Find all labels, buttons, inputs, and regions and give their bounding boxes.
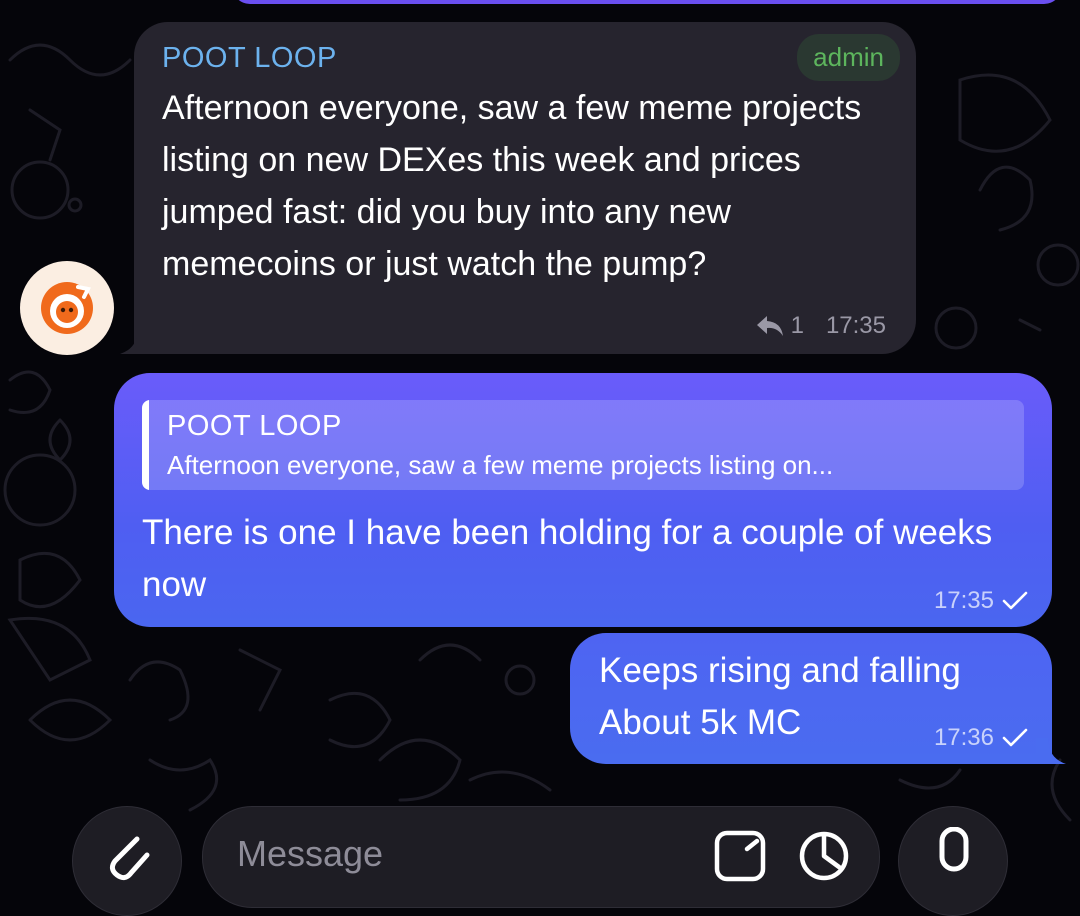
admin-badge: admin [797, 34, 900, 81]
reply-arrow-icon[interactable] [755, 314, 785, 338]
check-icon [1002, 728, 1028, 747]
message-meta: 17:36 [934, 724, 1030, 752]
reply-count[interactable]: 1 [791, 312, 804, 340]
quote-sender: POOT LOOP [167, 410, 342, 442]
message-text: Afternoon everyone, saw a few meme proje… [162, 89, 862, 283]
sticker-icon[interactable] [713, 829, 767, 883]
microphone-icon [939, 827, 969, 872]
sender-avatar[interactable] [20, 261, 114, 355]
paperclip-icon [109, 836, 150, 881]
quote-accent-bar [142, 400, 149, 490]
check-icon [1002, 591, 1028, 610]
clock-icon[interactable] [797, 829, 851, 883]
quote-text: Afternoon everyone, saw a few meme proje… [167, 450, 834, 480]
sender-name[interactable]: POOT LOOP [162, 42, 337, 75]
microphone-button[interactable] [898, 806, 1008, 916]
attach-button[interactable] [72, 806, 182, 916]
message-meta: 17:35 [934, 587, 1030, 615]
previous-message-bubble-edge [232, 0, 1062, 4]
message-input[interactable] [235, 823, 699, 885]
outgoing-message-bubble[interactable]: Keeps rising and falling About 5k MC 17:… [570, 633, 1066, 764]
message-meta: 1 17:35 [755, 312, 886, 340]
message-line: Keeps rising and falling [599, 651, 961, 690]
orange-mascot-icon [41, 282, 93, 334]
message-time: 17:35 [825, 312, 886, 339]
outgoing-message-bubble[interactable]: POOT LOOP Afternoon everyone, saw a few … [114, 373, 1052, 627]
reply-quote[interactable]: POOT LOOP Afternoon everyone, saw a few … [142, 400, 1024, 490]
message-time: 17:36 [933, 724, 994, 751]
message-time: 17:35 [933, 587, 994, 614]
bubble-tail [120, 328, 150, 354]
message-text: There is one I have been holding for a c… [142, 513, 993, 604]
bubble-tail [1036, 738, 1066, 764]
incoming-message-bubble[interactable]: POOT LOOP admin Afternoon everyone, saw … [120, 22, 916, 354]
message-input-field[interactable] [202, 806, 880, 908]
